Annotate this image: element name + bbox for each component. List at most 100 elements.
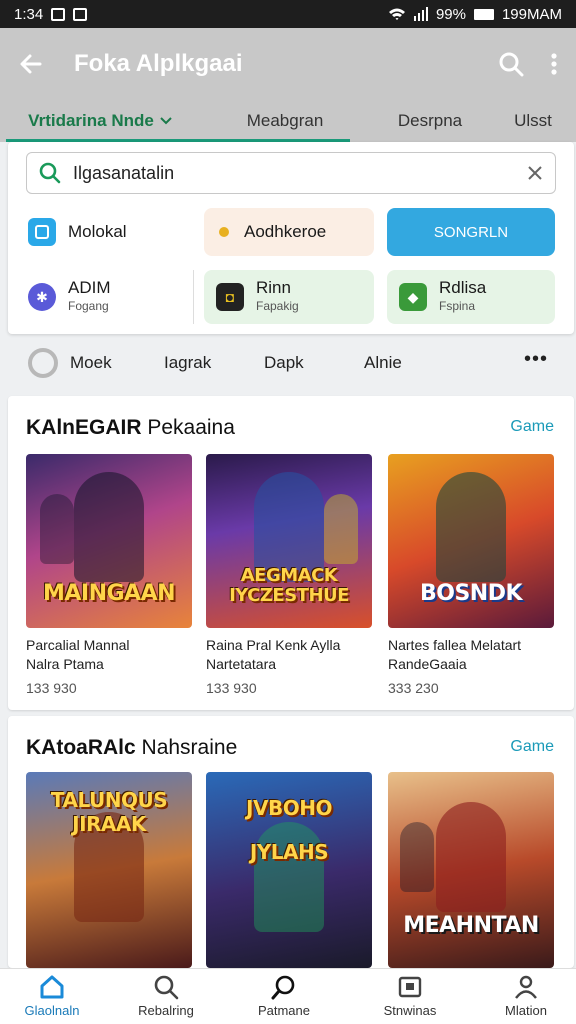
game-art-title: AEGMACK IYCZESTHUE xyxy=(229,565,349,606)
section-recommended: KAtoaRAlc Nahsraine Game TALUNQUS JIRAAK… xyxy=(8,716,574,968)
game-thumbnail: BOSNDK xyxy=(388,454,554,628)
close-icon[interactable] xyxy=(527,165,543,181)
character-art xyxy=(74,472,144,582)
section-title-bold: KAlnEGAIR xyxy=(26,416,142,439)
bottom-nav: Glaolnaln Rebalring Patmane Stnwinas Mla… xyxy=(0,968,576,1024)
game-card[interactable]: MAINGAAN Parcalial Mannal Nalra Ptama 13… xyxy=(26,454,192,696)
game-name-line1: Nartes fallea Melatart xyxy=(388,637,522,653)
cube-icon: ◆ xyxy=(399,283,427,311)
tab-desrpna[interactable]: Desrpna xyxy=(370,100,490,142)
app-bar: Foka Alplkgaai xyxy=(0,28,576,100)
nav-label: Mlation xyxy=(505,1003,547,1018)
nav-home[interactable]: Glaolnaln xyxy=(2,973,102,1018)
game-art-title: MEAHNTAN xyxy=(403,913,539,938)
game-name-line1: Raina Pral Kenk Aylla xyxy=(206,637,341,653)
nav-label: Glaolnaln xyxy=(24,1003,80,1018)
signal-icon xyxy=(413,7,428,21)
puzzle-icon: ✱ xyxy=(28,283,56,311)
back-arrow-icon[interactable] xyxy=(18,51,44,77)
chip-label: Rinn xyxy=(256,278,291,297)
game-name: Raina Pral Kenk Aylla Nartetatara xyxy=(206,636,372,674)
game-name-line2: RandeGaaia xyxy=(388,656,467,672)
more-horiz-icon[interactable]: ••• xyxy=(524,348,548,371)
nav-search[interactable]: Rebalring xyxy=(116,973,216,1018)
section-link[interactable]: Game xyxy=(510,418,554,436)
filter-row: Moek Iagrak Dapk Alnie ••• xyxy=(0,340,576,386)
battery-icon xyxy=(473,8,494,20)
tab-meabgran[interactable]: Meabgran xyxy=(200,100,370,142)
game-card[interactable]: JVBOHO JYLAHS xyxy=(206,772,372,968)
character-art xyxy=(324,494,358,564)
section-title: KAtoaRAlc Nahsraine xyxy=(26,736,237,760)
app-notification-icon xyxy=(73,7,88,21)
filter-moek[interactable]: Moek xyxy=(70,353,112,373)
section-title-rest: Pekaaina xyxy=(147,416,235,439)
game-art-title: MAINGAAN xyxy=(42,581,176,606)
chip-adim[interactable]: ✱ ADIM Fogang xyxy=(16,270,194,324)
game-card[interactable]: MEAHNTAN xyxy=(388,772,554,968)
status-clock: 199MAM xyxy=(501,5,562,23)
songrln-button[interactable]: SONGRLN xyxy=(387,208,555,256)
nav-label: Stnwinas xyxy=(383,1003,437,1018)
section-featured: KAlnEGAIR Pekaaina Game MAINGAAN Parcali… xyxy=(8,396,574,710)
gamepad-icon: ◘ xyxy=(216,283,244,311)
game-name-line2: Nalra Ptama xyxy=(26,656,104,672)
tab-label: Vrtidarina Nnde xyxy=(28,111,154,130)
chip-addhkeroe[interactable]: Aodhkeroe xyxy=(204,208,374,256)
tablet-icon xyxy=(28,218,56,246)
game-name-line1: Parcalial Mannal xyxy=(26,637,130,653)
section-title-bold: KAtoaRAlc xyxy=(26,736,136,759)
explore-icon xyxy=(271,975,295,1000)
tab-label: Meabgran xyxy=(246,111,324,130)
status-time: 1:34 xyxy=(14,5,44,23)
chip-rinn[interactable]: ◘ Rinn Fapakig xyxy=(204,270,374,324)
radio-icon[interactable] xyxy=(28,348,58,378)
filter-dapk[interactable]: Dapk xyxy=(264,353,304,373)
search-icon[interactable] xyxy=(498,51,524,77)
character-art xyxy=(40,494,74,564)
game-card[interactable]: BOSNDK Nartes fallea Melatart RandeGaaia… xyxy=(388,454,554,696)
nav-profile[interactable]: Mlation xyxy=(476,973,576,1018)
page-title: Foka Alplkgaai xyxy=(74,50,243,77)
chip-sublabel: Fapakig xyxy=(256,299,299,313)
search-panel: Ilgasanatalin Molokal Aodhkeroe SONGRLN … xyxy=(8,142,574,334)
wifi-icon xyxy=(388,8,405,20)
game-art-title: TALUNQUS JIRAAK xyxy=(50,788,168,836)
gallery-icon xyxy=(398,976,422,998)
game-card[interactable]: TALUNQUS JIRAAK xyxy=(26,772,192,968)
section-title-rest: Nahsraine xyxy=(141,736,238,759)
search-input[interactable]: Ilgasanatalin xyxy=(26,152,556,194)
download-count: 133 930 xyxy=(26,680,77,696)
filter-iagrak[interactable]: Iagrak xyxy=(164,353,211,373)
chip-rdlisa[interactable]: ◆ Rdlisa Fspina xyxy=(387,270,555,324)
section-link[interactable]: Game xyxy=(510,738,554,756)
home-icon xyxy=(40,975,64,999)
game-name: Parcalial Mannal Nalra Ptama xyxy=(26,636,192,674)
nav-explore[interactable]: Patmane xyxy=(234,973,334,1018)
game-thumbnail: MEAHNTAN xyxy=(388,772,554,968)
coin-icon xyxy=(216,218,232,246)
game-card[interactable]: AEGMACK IYCZESTHUE Raina Pral Kenk Aylla… xyxy=(206,454,372,696)
chip-label: ADIM xyxy=(68,278,111,297)
tab-label: Ulsst xyxy=(514,111,552,130)
top-tabs: Vrtidarina Nnde Meabgran Desrpna Ulsst xyxy=(0,100,576,142)
chip-label: Molokal xyxy=(68,222,127,241)
tab-ulsst[interactable]: Ulsst xyxy=(490,100,576,142)
game-name: Nartes fallea Melatart RandeGaaia xyxy=(388,636,554,674)
button-label: SONGRLN xyxy=(433,223,509,241)
tab-vrtidarina[interactable]: Vrtidarina Nnde xyxy=(0,100,200,142)
chip-molokal[interactable]: Molokal xyxy=(16,208,196,256)
section-title: KAlnEGAIR Pekaaina xyxy=(26,416,235,440)
search-value: Ilgasanatalin xyxy=(73,162,175,183)
search-icon xyxy=(154,975,179,1000)
game-thumbnail: AEGMACK IYCZESTHUE xyxy=(206,454,372,628)
nav-gallery[interactable]: Stnwinas xyxy=(360,973,460,1018)
filter-alnie[interactable]: Alnie xyxy=(364,353,402,373)
character-art xyxy=(436,802,506,912)
more-vert-icon[interactable] xyxy=(550,52,558,76)
nav-label: Rebalring xyxy=(138,1003,194,1018)
character-art xyxy=(400,822,434,892)
character-art xyxy=(436,472,506,582)
chip-label: Rdlisa xyxy=(439,278,487,297)
game-thumbnail: TALUNQUS JIRAAK xyxy=(26,772,192,968)
